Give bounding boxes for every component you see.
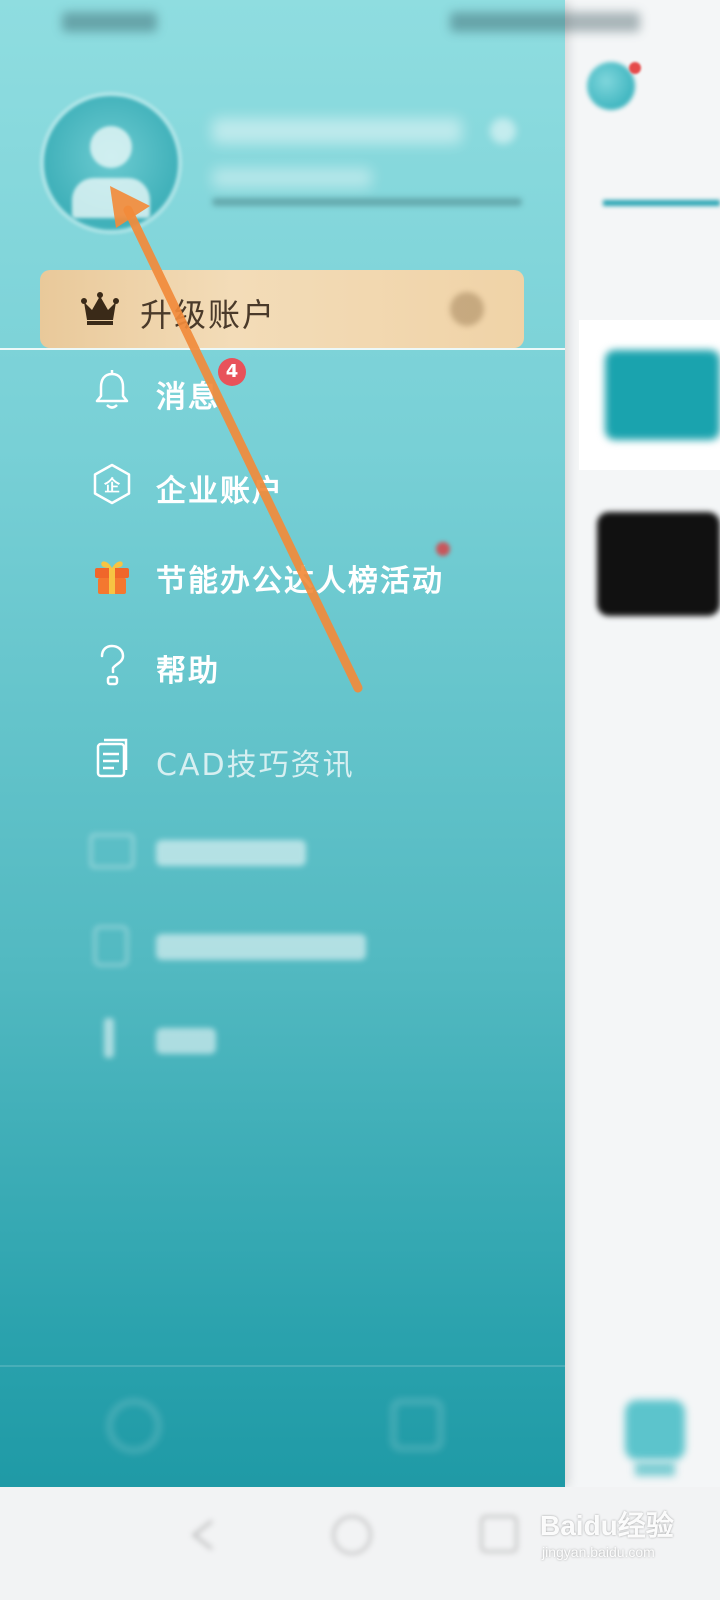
settings-icon[interactable] [108,1400,160,1452]
bottom-nav-label [635,1462,675,1476]
menu-item-help[interactable]: 帮助 [90,636,510,696]
gift-icon [95,561,129,594]
menu-label-enterprise: 企业账户 [156,474,284,509]
menu-label-promo: 节能办公达人榜活动 [156,564,444,599]
help-icon [100,644,125,686]
menu-label-messages: 消息 [156,380,220,415]
menu-item-blurred-3[interactable] [90,1012,510,1072]
menu-item-messages[interactable]: 消息 4 [90,358,510,422]
avatar[interactable] [44,96,178,230]
menu-label-cad-tips: CAD技巧资讯 [156,748,355,783]
menu-item-enterprise[interactable]: 企 企业账户 [90,456,510,516]
status-bar-right [450,12,640,32]
tab-label-blurred [651,140,661,175]
customer-service-icon[interactable] [392,1400,442,1450]
divider [0,348,565,350]
watermark-url: jingyan.baidu.com [542,1544,655,1560]
tab-indicator [603,200,720,206]
status-bar-left [62,12,157,32]
chevron-right-icon [450,292,484,326]
side-drawer: 升级账户 消息 4 企 企业账户 节能办公达人榜活动 帮助 CAD技巧资讯 [0,0,640,1487]
watermark-logo: Baidu经验 jingyan.baidu.com [540,1492,710,1572]
menu-item-promo[interactable]: 节能办公达人榜活动 [90,542,510,606]
crown-icon [81,292,119,325]
new-dot [436,542,450,556]
watermark-text: Baidu经验 [540,1510,674,1541]
svg-text:企: 企 [103,476,121,495]
user-subtitle-blurred [212,168,372,188]
bell-icon [95,370,129,409]
avatar-body [72,178,150,218]
enterprise-icon: 企 [93,463,131,505]
folder-icon [605,350,720,440]
menu-item-blurred-1[interactable] [90,824,510,884]
recent-apps-icon[interactable] [480,1515,518,1553]
upgrade-account-label: 升级账户 [140,296,277,334]
menu-item-cad-tips[interactable]: CAD技巧资讯 [90,730,510,790]
thumbnail-card[interactable] [597,512,720,616]
upgrade-account-button[interactable]: 升级账户 [40,270,524,348]
menu-label-help: 帮助 [156,654,220,689]
avatar-head [90,126,132,168]
app-logo-icon [587,62,635,110]
edit-profile-icon[interactable] [490,118,516,144]
profile-progress-bar [212,198,522,206]
bottom-nav-home-icon[interactable] [625,1400,685,1460]
divider [0,1365,565,1367]
document-icon [96,738,128,778]
menu-item-blurred-2[interactable] [90,918,510,978]
username-blurred[interactable] [212,118,462,144]
main-screen-peek[interactable] [565,0,720,1600]
unread-badge: 4 [218,358,246,386]
notification-dot [629,62,641,74]
back-icon[interactable] [184,1515,224,1555]
home-icon[interactable] [332,1515,372,1555]
